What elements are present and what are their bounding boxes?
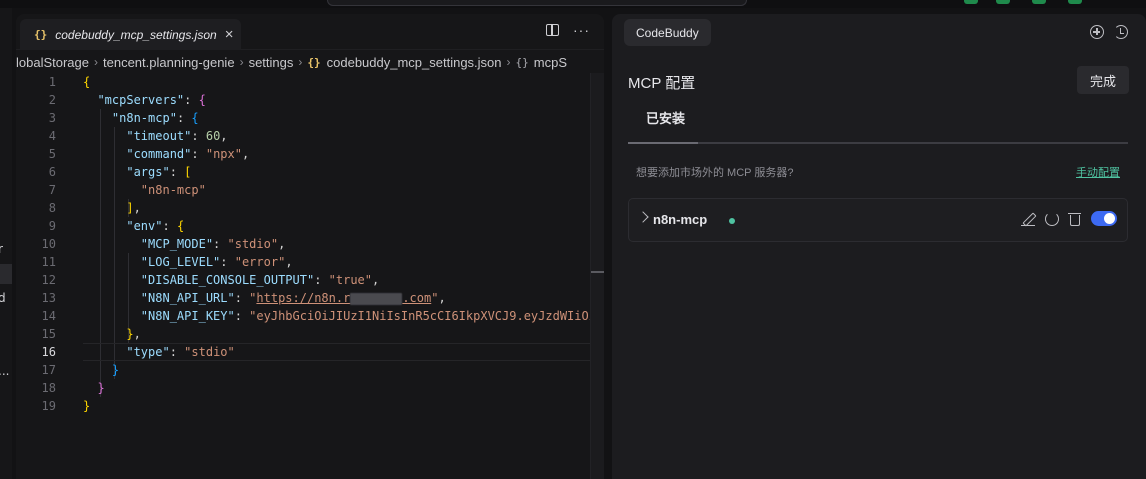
code-line: 19} — [41, 399, 91, 413]
command-center-search[interactable] — [327, 0, 747, 6]
editor-tab-label: codebuddy_mcp_settings.json — [55, 27, 217, 42]
editor-scrollbar[interactable] — [590, 73, 604, 479]
tab-installed[interactable]: 已安装 — [646, 108, 685, 127]
page-title: MCP 配置 — [628, 75, 696, 92]
breadcrumb-item[interactable]: lobalStorage — [16, 55, 89, 70]
code-line: 17 } — [41, 363, 120, 377]
server-name: n8n-mcp — [653, 212, 708, 227]
code-line: 13 "N8N_API_URL": "https://n8n.r .com", — [41, 291, 446, 305]
redacted-text — [350, 292, 403, 305]
code-line: 10 "MCP_MODE": "stdio", — [41, 237, 286, 251]
status-indicator-icon — [996, 0, 1010, 4]
side-panel-edge: r d ... — [0, 8, 12, 479]
chevron-right-icon: › — [239, 55, 244, 69]
code-line: 15 }, — [41, 327, 141, 341]
breadcrumb-item[interactable]: settings — [249, 55, 294, 70]
chevron-right-icon: › — [506, 55, 511, 69]
refresh-icon[interactable] — [1045, 211, 1059, 226]
breadcrumb-item[interactable]: mcpS — [534, 55, 567, 70]
close-icon[interactable]: × — [225, 27, 234, 42]
object-icon: {} — [515, 55, 529, 69]
editor-tab[interactable]: {} codebuddy_mcp_settings.json × — [20, 19, 241, 50]
code-line: 18 } — [41, 381, 105, 395]
breadcrumb: lobalStorage › tencent.planning-genie › … — [16, 52, 604, 72]
add-server-hint: 想要添加市场外的 MCP 服务器? — [636, 167, 794, 179]
status-indicator-icon — [964, 0, 978, 4]
tab-active-indicator — [628, 142, 698, 144]
status-indicator-icon — [1032, 0, 1046, 4]
editor-actions: ··· — [546, 23, 590, 37]
code-line: 8 ], — [48, 201, 141, 215]
codebuddy-panel: CodeBuddy MCP 配置 完成 已安装 想要添加市场外的 MCP 服务器… — [612, 14, 1146, 479]
code-line: 11 "LOG_LEVEL": "error", — [41, 255, 293, 269]
breadcrumb-item[interactable]: tencent.planning-genie — [103, 55, 235, 70]
code-line: 5 "command": "npx", — [48, 147, 250, 161]
side-panel-text: r — [0, 242, 3, 256]
code-line: 14 "N8N_API_KEY": "eyJhbGciOiJIUzI1NiIsI… — [41, 309, 604, 323]
chevron-right-icon: › — [94, 55, 98, 69]
history-icon[interactable] — [1114, 25, 1128, 39]
code-line-current: 16 "type": "stdio" — [41, 345, 235, 359]
code-editor: {} codebuddy_mcp_settings.json × ··· lob… — [16, 14, 604, 479]
manual-config-link[interactable]: 手动配置 — [1076, 164, 1120, 180]
panel-actions — [1090, 25, 1128, 39]
edit-icon[interactable] — [1021, 212, 1035, 226]
mcp-server-row[interactable]: n8n-mcp — [628, 198, 1128, 242]
side-panel-text: ... — [0, 364, 10, 378]
chevron-right-icon[interactable] — [637, 211, 649, 223]
panel-tab-codebuddy[interactable]: CodeBuddy — [624, 19, 711, 46]
code-line: 4 "timeout": 60, — [48, 129, 228, 143]
tab-divider — [628, 142, 1128, 144]
chevron-right-icon: › — [298, 55, 303, 69]
trash-icon[interactable] — [1068, 212, 1081, 226]
scroll-position-marker — [591, 271, 604, 273]
code-area[interactable]: 1{ 2 "mcpServers": { 3 "n8n-mcp": { 4 "t… — [16, 73, 604, 479]
code-line: 2 "mcpServers": { — [48, 93, 206, 107]
split-editor-icon[interactable] — [546, 24, 559, 36]
json-braces-icon: {} — [34, 28, 48, 41]
breadcrumb-item[interactable]: codebuddy_mcp_settings.json — [327, 55, 502, 70]
side-panel-selected-row[interactable] — [0, 264, 12, 284]
server-enable-toggle[interactable] — [1091, 211, 1117, 226]
status-dot-icon — [729, 218, 735, 224]
new-chat-icon[interactable] — [1090, 25, 1104, 39]
code-line: 1{ — [48, 75, 91, 89]
json-braces-icon: {} — [307, 55, 321, 69]
code-line: 7 "n8n-mcp" — [48, 183, 206, 197]
code-line: 6 "args": [ — [48, 165, 192, 179]
server-actions — [1021, 211, 1117, 226]
editor-tab-bar: {} codebuddy_mcp_settings.json × ··· — [16, 14, 604, 50]
code-line: 9 "env": { — [48, 219, 185, 233]
status-indicator-icon — [1068, 0, 1082, 4]
code-line: 12 "DISABLE_CONSOLE_OUTPUT": "true", — [41, 273, 380, 287]
side-panel-text: d — [0, 291, 6, 305]
done-button[interactable]: 完成 — [1077, 66, 1129, 94]
code-line: 3 "n8n-mcp": { — [48, 111, 199, 125]
more-actions-icon[interactable]: ··· — [573, 23, 590, 37]
